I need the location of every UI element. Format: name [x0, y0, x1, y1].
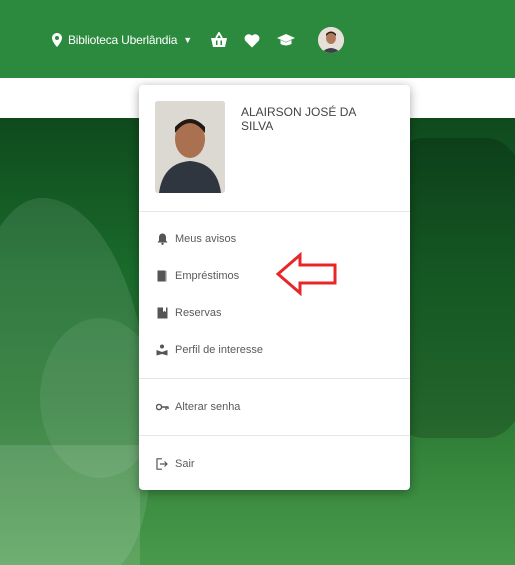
menu-item-sair[interactable]: Sair — [155, 454, 195, 474]
book-icon — [155, 270, 169, 282]
menu-item-meus-avisos[interactable]: Meus avisos — [155, 229, 236, 249]
avatar-photo — [317, 27, 344, 53]
menu-item-label: Empréstimos — [175, 270, 240, 282]
user-avatar[interactable] — [317, 27, 344, 53]
navbar-items: Biblioteca Uberlândia ▼ — [52, 26, 344, 54]
caret-down-icon: ▼ — [183, 35, 192, 45]
user-photo — [155, 101, 225, 193]
library-selector-label: Biblioteca Uberlândia — [68, 33, 178, 47]
key-icon — [155, 403, 169, 411]
menu-item-alterar-senha[interactable]: Alterar senha — [155, 397, 240, 417]
bookmark-icon — [155, 307, 169, 319]
menu-item-emprestimos[interactable]: Empréstimos — [155, 266, 239, 286]
bell-icon — [155, 233, 169, 245]
user-name: ALAIRSON JOSÉ DA SILVA — [241, 105, 356, 133]
basket-icon — [210, 32, 227, 47]
menu-item-perfil-de-interesse[interactable]: Perfil de interesse — [155, 340, 263, 360]
menu-divider — [139, 211, 410, 212]
menu-divider — [139, 435, 410, 436]
menu-item-label: Reservas — [175, 307, 222, 319]
menu-item-label: Alterar senha — [175, 401, 241, 413]
top-navbar: Biblioteca Uberlândia ▼ — [0, 0, 515, 78]
annotation-arrow-icon — [276, 252, 337, 296]
library-selector[interactable]: Biblioteca Uberlândia ▼ — [52, 33, 192, 47]
menu-item-reservas[interactable]: Reservas — [155, 303, 221, 323]
courses-button[interactable] — [276, 33, 296, 47]
map-pin-icon — [52, 33, 62, 47]
menu-item-label: Sair — [175, 458, 195, 470]
heart-icon — [244, 33, 260, 47]
menu-divider — [139, 378, 410, 379]
user-dropdown-menu: ALAIRSON JOSÉ DA SILVA Meus avisos Empré… — [139, 85, 410, 490]
graduation-cap-icon — [276, 34, 295, 46]
menu-item-label: Perfil de interesse — [175, 344, 264, 356]
basket-button[interactable] — [210, 32, 228, 48]
sign-out-icon — [155, 458, 169, 470]
reading-icon — [155, 344, 169, 356]
menu-item-label: Meus avisos — [175, 233, 237, 245]
favorites-button[interactable] — [244, 33, 260, 48]
